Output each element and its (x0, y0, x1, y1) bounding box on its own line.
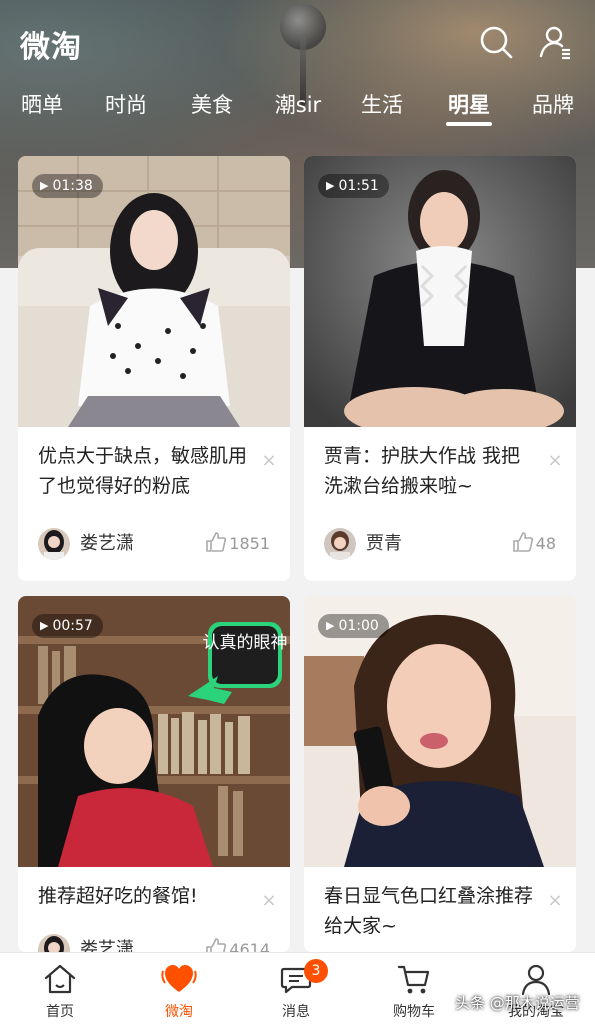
tab-brand[interactable]: 品牌 (528, 86, 578, 132)
card-title[interactable]: 春日显气色口红叠涂推荐给大家~ (324, 881, 536, 941)
unread-badge: 3 (304, 959, 328, 983)
thumbs-up-icon (512, 532, 533, 552)
duration-text: 01:38 (52, 178, 93, 194)
play-icon: ▶ (40, 619, 49, 632)
avatar[interactable] (38, 934, 70, 952)
thumbs-up-icon (206, 938, 227, 952)
nav-messages[interactable]: 3 消息 (256, 953, 336, 1024)
nav-label: 首页 (46, 1004, 74, 1020)
duration-text: 00:57 (52, 618, 93, 634)
cart-icon (397, 965, 430, 994)
nav-label: 消息 (282, 1004, 310, 1020)
like-count[interactable]: 48 (512, 528, 556, 560)
like-count-text: 1851 (229, 534, 270, 553)
like-count[interactable]: 4614 (205, 934, 270, 952)
card-title[interactable]: 贾青：护肤大作战 我把洗漱台给搬来啦~ (324, 441, 536, 501)
like-count[interactable]: 1851 (205, 528, 270, 560)
tab-shaidan[interactable]: 晒单 (18, 86, 66, 132)
nav-cart[interactable]: 购物车 (374, 953, 454, 1024)
like-count-text: 4614 (229, 940, 270, 952)
video-thumbnail[interactable]: ▶ 01:00 (304, 596, 576, 867)
tab-chaosir[interactable]: 潮sir (270, 86, 326, 132)
tab-fashion[interactable]: 时尚 (102, 86, 150, 132)
video-duration-badge: ▶ 01:51 (318, 174, 389, 198)
video-thumbnail[interactable]: 认真的眼神 ▶ 00:57 (18, 596, 290, 867)
nav-label: 微淘 (165, 1004, 193, 1020)
avatar[interactable] (324, 528, 356, 560)
card-title[interactable]: 推荐超好吃的餐馆! (38, 881, 250, 911)
play-icon: ▶ (40, 179, 49, 192)
play-icon: ▶ (326, 619, 335, 632)
video-card[interactable]: ▶ 01:51 贾青：护肤大作战 我把洗漱台给搬来啦~ × 贾青 48 (304, 156, 576, 581)
close-icon[interactable]: × (260, 892, 278, 910)
close-icon[interactable]: × (546, 892, 564, 910)
duration-text: 01:51 (338, 178, 379, 194)
video-thumbnail[interactable]: ▶ 01:38 (18, 156, 290, 427)
play-icon: ▶ (326, 179, 335, 192)
video-duration-badge: ▶ 01:38 (32, 174, 103, 198)
close-icon[interactable]: × (546, 452, 564, 470)
user-list-icon[interactable] (536, 22, 576, 62)
page-title: 微淘 (20, 30, 82, 65)
video-thumbnail[interactable]: ▶ 01:51 (304, 156, 576, 427)
nav-profile[interactable]: 我的淘宝 (496, 953, 576, 1024)
bottom-tab-bar: 首页 微淘 3 消息 购物车 我的淘宝 (0, 952, 595, 1024)
like-count-text: 48 (535, 534, 556, 553)
nav-label: 购物车 (393, 1004, 435, 1020)
nav-weitao[interactable]: 微淘 (139, 953, 219, 1024)
close-icon[interactable]: × (260, 452, 278, 470)
avatar[interactable] (38, 528, 70, 560)
video-duration-badge: ▶ 01:00 (318, 614, 389, 638)
card-title[interactable]: 优点大于缺点，敏感肌用了也觉得好的粉底 (38, 441, 250, 501)
active-tab-indicator (446, 122, 492, 126)
thumbs-up-icon (206, 532, 227, 552)
video-card[interactable]: ▶ 01:00 春日显气色口红叠涂推荐给大家~ × (304, 596, 576, 952)
video-card[interactable]: 认真的眼神 ▶ 00:57 推荐超好吃的餐馆! × 娄艺潇 4614 (18, 596, 290, 952)
image-caption: 认真的眼神 (203, 633, 288, 653)
nav-home[interactable]: 首页 (20, 953, 100, 1024)
search-icon[interactable] (476, 22, 516, 62)
tab-food[interactable]: 美食 (188, 86, 236, 132)
video-duration-badge: ▶ 00:57 (32, 614, 103, 638)
author-name[interactable]: 娄艺潇 (80, 934, 134, 952)
duration-text: 01:00 (338, 618, 379, 634)
author-name[interactable]: 贾青 (366, 528, 402, 560)
home-icon (44, 964, 76, 994)
watermark: 头条 @那木说运营 (455, 994, 580, 1012)
weitao-heart-icon (161, 965, 197, 992)
tab-life[interactable]: 生活 (358, 86, 406, 132)
category-tabs: 晒单 时尚 美食 潮sir 生活 明星 品牌 (0, 86, 595, 132)
author-name[interactable]: 娄艺潇 (80, 528, 134, 560)
video-card[interactable]: ▶ 01:38 优点大于缺点，敏感肌用了也觉得好的粉底 × 娄艺潇 1851 (18, 156, 290, 581)
